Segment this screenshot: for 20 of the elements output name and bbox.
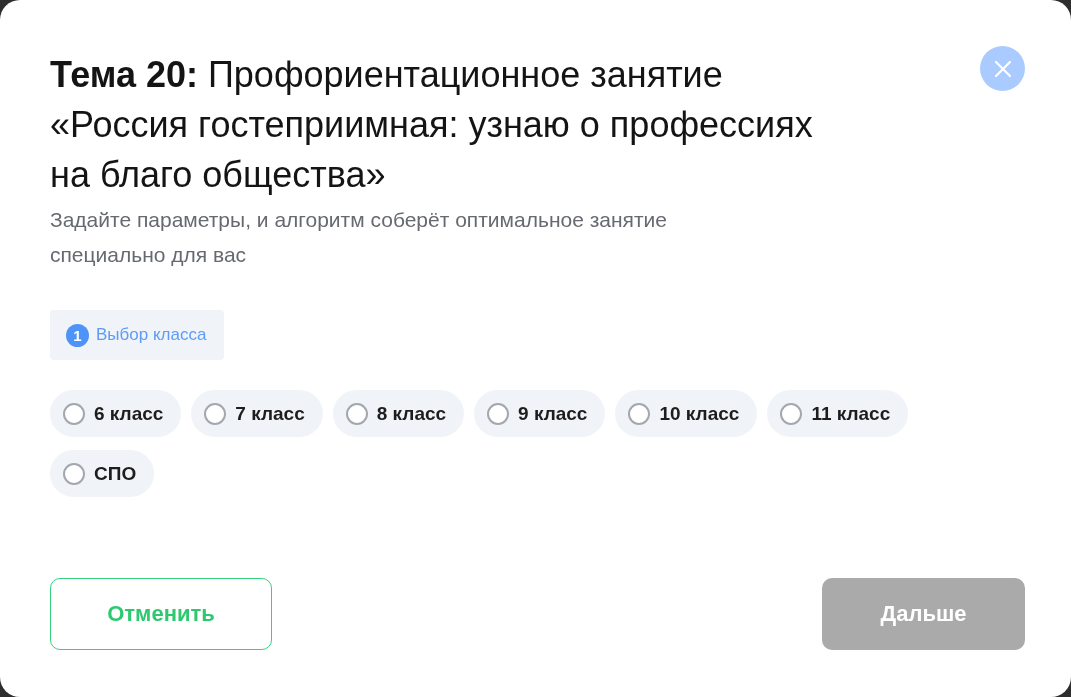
option-label: 7 класс — [235, 402, 305, 425]
option-label: 9 класс — [518, 402, 588, 425]
grade-option[interactable]: СПО — [50, 450, 155, 497]
option-label: СПО — [94, 462, 137, 485]
option-label: 11 класс — [811, 402, 891, 425]
option-label: 8 класс — [376, 402, 447, 425]
grade-option[interactable]: 6 класс — [50, 390, 182, 437]
close-button[interactable] — [980, 46, 1025, 91]
step-number: 1 — [66, 323, 89, 347]
grade-option[interactable]: 11 класс — [767, 390, 909, 437]
dialog-subtitle: Задайте параметры, и алгоритм соберёт оптимальное занятие специально для вас — [50, 207, 668, 268]
option-label: 10 класс — [659, 402, 740, 425]
close-icon — [994, 60, 1011, 77]
grade-option[interactable]: 7 класс — [191, 390, 323, 437]
grade-option[interactable]: 9 класс — [474, 390, 606, 437]
step-label: Выбор класса — [96, 325, 207, 345]
grade-option[interactable]: 10 класс — [615, 390, 758, 437]
dialog-title: Тема 20: Профориентационное занятие «Россия гостеприимная: узнаю о профессиях на благо общества» — [50, 53, 814, 197]
grade-option[interactable]: 8 класс — [332, 390, 465, 437]
option-label: 6 класс — [94, 402, 164, 425]
